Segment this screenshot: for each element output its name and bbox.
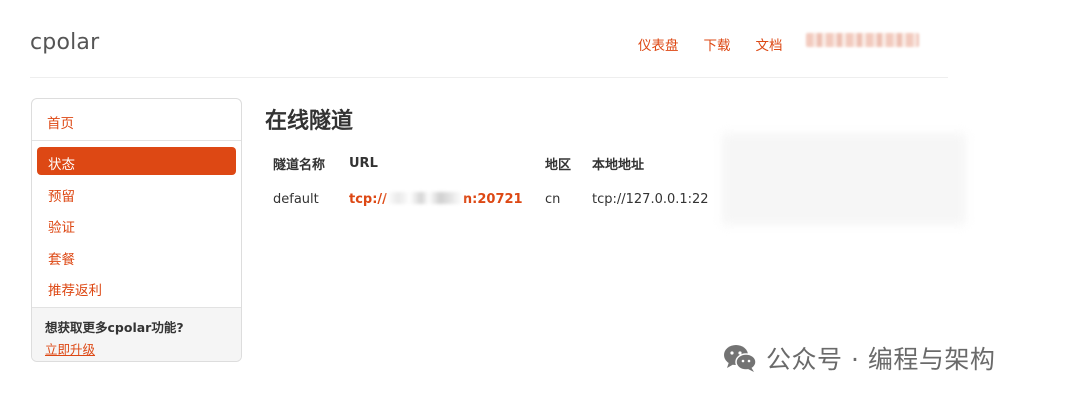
nav-docs[interactable]: 文档 [756, 34, 783, 54]
brand-logo[interactable]: cpolar [30, 30, 99, 55]
column-header-url: URL [349, 155, 378, 171]
sidebar-item-status[interactable]: 状态 [37, 147, 236, 175]
upgrade-box: 想获取更多cpolar功能? 立即升级 [32, 307, 241, 361]
header-divider [30, 77, 948, 78]
sidebar: 首页 状态 预留 验证 套餐 推荐返利 想获取更多cpolar功能? 立即升级 [31, 98, 242, 362]
sidebar-menu: 状态 预留 验证 套餐 推荐返利 [32, 141, 241, 310]
sidebar-item-referral[interactable]: 推荐返利 [37, 273, 236, 301]
tunnel-local-address: tcp://127.0.0.1:22 [592, 191, 709, 207]
column-header-region: 地区 [545, 157, 572, 173]
tunnel-url-suffix: n:20721 [462, 191, 523, 207]
tunnel-name: default [273, 191, 319, 207]
tunnel-url-cell: tcp:// n:20721 [341, 181, 537, 217]
sidebar-item-auth[interactable]: 验证 [37, 210, 236, 238]
tunnel-region: cn [545, 191, 561, 207]
watermark-text: 公众号 · 编程与架构 [766, 345, 996, 374]
table-row: default tcp:// n:20721 cn tcp://127.0.0.1… [265, 181, 724, 217]
upgrade-link[interactable]: 立即升级 [45, 339, 95, 358]
redacted-area [722, 133, 966, 225]
sidebar-item-reserved[interactable]: 预留 [37, 179, 236, 207]
wechat-icon [724, 345, 757, 372]
nav-download[interactable]: 下载 [704, 34, 731, 54]
watermark: 公众号 · 编程与架构 [722, 340, 995, 376]
nav-dashboard[interactable]: 仪表盘 [638, 34, 679, 54]
table-header-row: 隧道名称 URL 地区 本地地址 [265, 145, 724, 181]
tunnels-table: 隧道名称 URL 地区 本地地址 default tcp:// n:20721 c… [265, 145, 724, 217]
upgrade-prompt: 想获取更多cpolar功能? [45, 320, 184, 335]
column-header-name: 隧道名称 [273, 157, 326, 173]
sidebar-item-home[interactable]: 首页 [32, 99, 241, 141]
page-title: 在线隧道 [265, 109, 354, 134]
url-redacted [386, 191, 463, 204]
top-nav: 仪表盘 下载 文档 [638, 34, 783, 54]
tunnel-url-prefix: tcp:// [349, 191, 387, 207]
tunnel-url-link[interactable]: tcp:// n:20721 [349, 191, 523, 207]
sidebar-item-plans[interactable]: 套餐 [37, 242, 236, 270]
user-account-redacted[interactable] [806, 33, 919, 47]
column-header-local: 本地地址 [592, 157, 645, 173]
